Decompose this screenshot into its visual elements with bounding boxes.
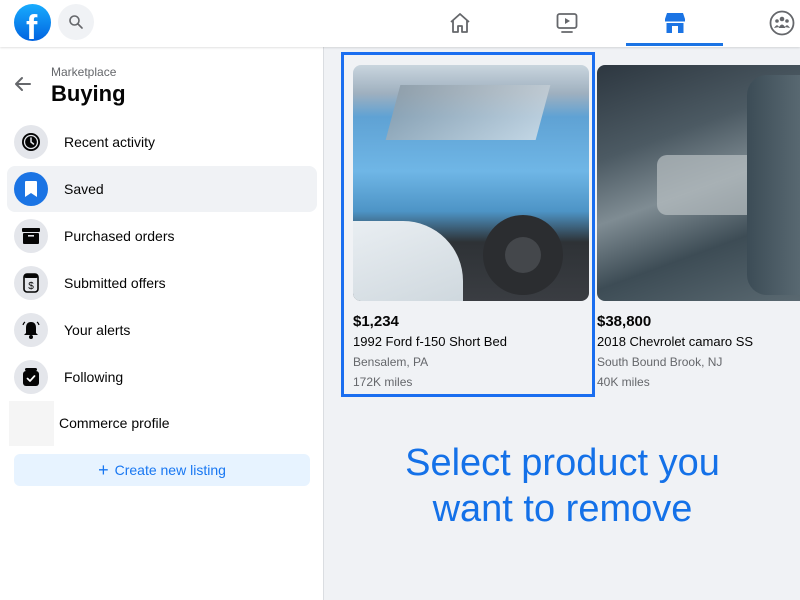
instruction-line-2: want to remove: [432, 488, 693, 530]
sidebar-item-label: Following: [64, 369, 124, 385]
groups-icon: [769, 10, 794, 35]
facebook-logo-icon[interactable]: f: [14, 4, 51, 41]
search-icon: [69, 15, 83, 29]
selection-highlight: [341, 52, 595, 397]
search-button[interactable]: [58, 4, 94, 40]
store-icon: [664, 12, 685, 33]
sidebar-item-label: Submitted offers: [64, 275, 166, 291]
listing-mileage: 40K miles: [597, 375, 650, 389]
sidebar-item-label: Commerce profile: [59, 415, 170, 431]
create-new-listing-label: Create new listing: [114, 462, 226, 478]
video-icon: [556, 12, 577, 33]
bell-icon: [14, 313, 48, 347]
following-icon: [14, 360, 48, 394]
breadcrumb[interactable]: Marketplace: [51, 65, 116, 79]
plus-icon: +: [98, 460, 109, 480]
tab-watch[interactable]: [518, 0, 615, 45]
sidebar-item-recent-activity[interactable]: Recent activity: [7, 119, 317, 165]
saved-listings-area: $1,234 1992 Ford f-150 Short Bed Bensale…: [325, 47, 800, 600]
sidebar-item-submitted-offers[interactable]: $ Submitted offers: [7, 260, 317, 306]
sidebar-item-label: Purchased orders: [64, 228, 175, 244]
sidebar-item-label: Recent activity: [64, 134, 156, 150]
svg-text:$: $: [28, 281, 34, 292]
sidebar-item-following[interactable]: Following: [7, 354, 317, 400]
profile-placeholder-icon: [9, 400, 54, 446]
home-icon: [449, 12, 470, 33]
offer-icon: $: [14, 266, 48, 300]
clock-icon: [14, 125, 48, 159]
bookmark-icon: [14, 172, 48, 206]
listing-price: $38,800: [597, 313, 652, 330]
sidebar-item-commerce-profile[interactable]: Commerce profile: [8, 400, 318, 446]
listing-photo-camaro-interior[interactable]: [597, 65, 800, 301]
sidebar: Marketplace Buying Recent activity Saved…: [0, 47, 324, 600]
sidebar-item-label: Your alerts: [64, 322, 131, 338]
listing-title[interactable]: 2018 Chevrolet camaro SS: [597, 334, 800, 349]
sidebar-item-saved[interactable]: Saved: [7, 166, 317, 212]
page-title: Buying: [51, 81, 126, 106]
tab-home[interactable]: [411, 0, 508, 45]
listing-card[interactable]: $38,800 2018 Chevrolet camaro SS South B…: [597, 65, 800, 389]
back-arrow-icon[interactable]: [12, 73, 34, 95]
top-navigation-bar: f: [0, 0, 800, 47]
sidebar-item-label: Saved: [64, 181, 104, 197]
box-icon: [14, 219, 48, 253]
tab-marketplace[interactable]: [626, 0, 723, 46]
sidebar-item-your-alerts[interactable]: Your alerts: [7, 307, 317, 353]
listing-location: South Bound Brook, NJ: [597, 355, 723, 369]
tab-groups[interactable]: [733, 0, 800, 45]
instruction-text: Select product you want to remove: [325, 440, 800, 532]
seat: [747, 75, 800, 295]
instruction-line-1: Select product you: [405, 442, 720, 484]
sidebar-item-purchased-orders[interactable]: Purchased orders: [7, 213, 317, 259]
logo-letter: f: [26, 9, 38, 41]
create-new-listing-button[interactable]: + Create new listing: [14, 454, 310, 486]
